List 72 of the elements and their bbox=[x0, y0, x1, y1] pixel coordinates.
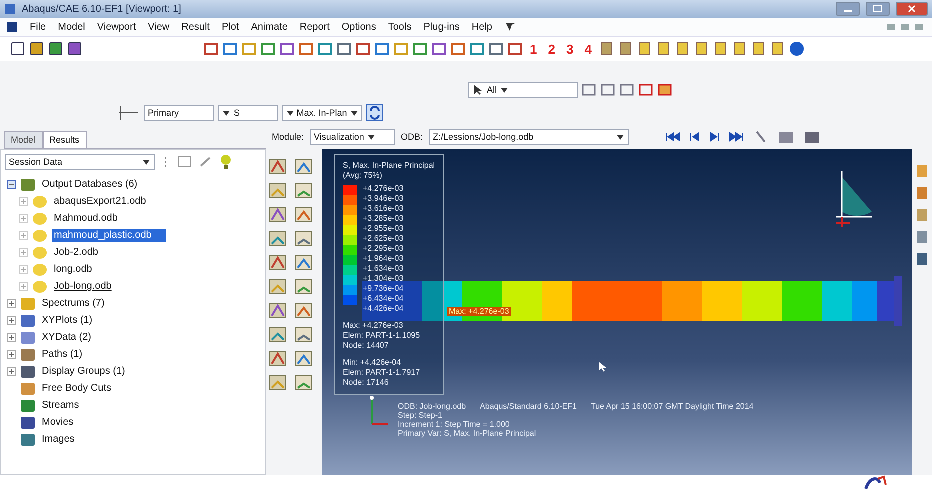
menu-item[interactable]: Help bbox=[472, 22, 492, 32]
odb-info-text: Abaqus/Standard 6.10-EF1 bbox=[480, 402, 577, 411]
menu-item[interactable]: Viewport bbox=[97, 22, 136, 32]
view-number[interactable]: 1 bbox=[526, 42, 542, 56]
tree-item[interactable]: XYData (2) bbox=[40, 331, 94, 344]
tree-item[interactable]: Movies bbox=[40, 416, 76, 429]
variable-dropdown[interactable]: S bbox=[218, 105, 278, 121]
legend-value: +1.634e-03 bbox=[363, 264, 404, 274]
tree-item[interactable]: long.odb bbox=[52, 263, 94, 276]
panel-tab[interactable]: Model bbox=[4, 131, 43, 148]
legend-value: +2.295e-03 bbox=[363, 244, 404, 254]
view-number[interactable]: 3 bbox=[562, 42, 578, 56]
tree-item[interactable]: Job-long.odb bbox=[52, 280, 114, 293]
odb-info-text: Tue Apr 15 16:00:07 GMT Daylight Time 2014 bbox=[591, 402, 754, 411]
menu-item[interactable]: Animate bbox=[251, 22, 288, 32]
odb-info-text: ODB: Job-long.odb bbox=[398, 402, 466, 411]
selection-filter-dropdown[interactable]: All bbox=[468, 82, 578, 98]
max-info: Max: +4.276e-03 bbox=[343, 321, 404, 331]
menu-item[interactable]: Model bbox=[58, 22, 86, 32]
view-number[interactable]: 2 bbox=[544, 42, 560, 56]
tree-item[interactable]: Images bbox=[40, 433, 77, 446]
tree-item[interactable]: mahmoud_plastic.odb bbox=[52, 229, 166, 242]
tree-item[interactable]: Mahmoud.odb bbox=[52, 212, 120, 225]
tree-item[interactable]: XYPlots (1) bbox=[40, 314, 95, 327]
window-title: Abaqus/CAE 6.10-EF1 [Viewport: 1] bbox=[22, 4, 182, 14]
step-info-text: Increment 1: Step Time = 1.000 bbox=[398, 420, 511, 429]
panel-tab[interactable]: Results bbox=[42, 131, 87, 148]
module-label: Module: bbox=[272, 132, 304, 142]
session-data-dropdown[interactable]: Session Data bbox=[5, 154, 155, 170]
legend-value: +3.946e-03 bbox=[363, 194, 404, 204]
legend-value: +1.964e-03 bbox=[363, 254, 404, 264]
menu-item[interactable]: View bbox=[148, 22, 170, 32]
legend-value: +6.434e-04 bbox=[363, 294, 404, 304]
menu-item[interactable]: Plot bbox=[222, 22, 240, 32]
legend-value: +3.285e-03 bbox=[363, 214, 404, 224]
menu-item[interactable]: Plug-ins bbox=[424, 22, 460, 32]
min-info: Min: +4.426e-04 bbox=[343, 358, 402, 368]
menu-item[interactable]: Report bbox=[300, 22, 330, 32]
tree-item[interactable]: Spectrums (7) bbox=[40, 297, 107, 310]
legend-value: +4.426e-04 bbox=[363, 304, 404, 314]
legend-value: +9.736e-04 bbox=[363, 284, 404, 294]
max-value-label: Max: +4.276e-03 bbox=[447, 307, 512, 316]
component-dropdown[interactable]: Max. In-Plan bbox=[282, 105, 362, 121]
tree-item[interactable]: Free Body Cuts bbox=[40, 382, 114, 395]
min-info: Node: 17146 bbox=[343, 378, 390, 388]
menu-item[interactable]: Options bbox=[342, 22, 376, 32]
view-number[interactable]: 4 bbox=[580, 42, 596, 56]
legend-title: S, Max. In-Plane Principal bbox=[343, 161, 436, 170]
tree-item[interactable]: Output Databases (6) bbox=[40, 178, 140, 191]
step-info-text: Primary Var: S, Max. In-Plane Principal bbox=[398, 429, 538, 438]
tree-item[interactable]: Display Groups (1) bbox=[40, 365, 128, 378]
tree-item[interactable]: Job-2.odb bbox=[52, 246, 100, 259]
min-info: Elem: PART-1-1.7917 bbox=[343, 368, 422, 378]
output-type-dropdown[interactable]: Primary bbox=[144, 105, 214, 121]
step-info-text: Step: Step-1 bbox=[398, 411, 444, 420]
menu-item[interactable]: Result bbox=[182, 22, 210, 32]
max-info: Node: 14407 bbox=[343, 341, 390, 351]
tree-item[interactable]: abaqusExport21.odb bbox=[52, 195, 148, 208]
legend-value: +1.304e-03 bbox=[363, 274, 404, 284]
max-info: Elem: PART-1-1.1095 bbox=[343, 331, 422, 341]
tree-item[interactable]: Paths (1) bbox=[40, 348, 85, 361]
menu-item[interactable]: File bbox=[30, 22, 46, 32]
legend-value: +2.955e-03 bbox=[363, 224, 404, 234]
legend-subtitle: (Avg: 75%) bbox=[343, 171, 384, 180]
module-dropdown[interactable]: Visualization bbox=[310, 129, 396, 145]
menu-item[interactable]: Tools bbox=[388, 22, 412, 32]
odb-label: ODB: bbox=[401, 132, 424, 142]
odb-dropdown[interactable]: Z:/Lessions/Job-long.odb bbox=[429, 129, 630, 145]
tree-item[interactable]: Streams bbox=[40, 399, 82, 412]
legend-value: +3.616e-03 bbox=[363, 204, 404, 214]
legend-value: +2.625e-03 bbox=[363, 234, 404, 244]
legend-value: +4.276e-03 bbox=[363, 184, 404, 194]
